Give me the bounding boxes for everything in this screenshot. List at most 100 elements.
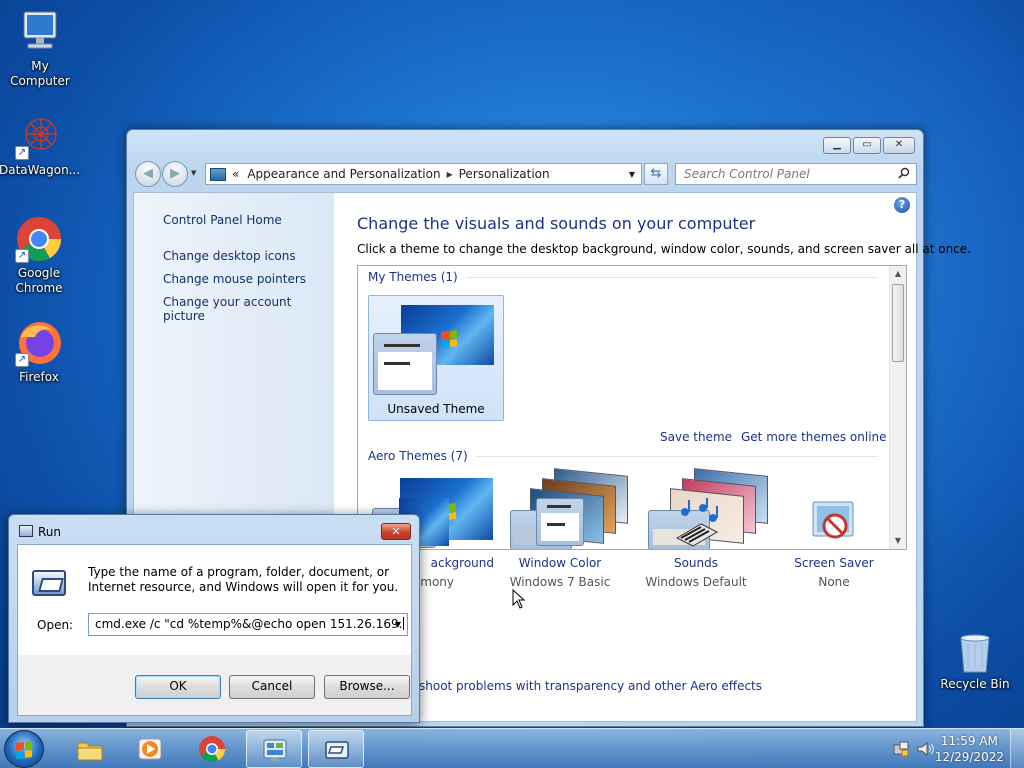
- media-player-icon: [138, 738, 162, 760]
- breadcrumb-appearance[interactable]: Appearance and Personalization: [247, 167, 440, 181]
- clock[interactable]: 11:59 AM 12/29/2022: [935, 733, 1004, 765]
- taskbar-item-google-chrome[interactable]: [184, 730, 240, 768]
- screen-saver-value: None: [818, 575, 850, 589]
- sidebar-item-change-desktop-icons[interactable]: Change desktop icons: [163, 249, 296, 263]
- forward-button[interactable]: ▶: [162, 161, 188, 187]
- shortcut-arrow-icon: ↗: [15, 146, 29, 160]
- breadcrumb-separator-icon[interactable]: ▸: [447, 167, 453, 181]
- window-color-item[interactable]: Window Color Windows 7 Basic: [490, 498, 630, 589]
- desktop-icon-recycle-bin[interactable]: Recycle Bin: [935, 630, 1015, 692]
- theme-name: Unsaved Theme: [387, 402, 485, 416]
- control-panel-icon: [263, 739, 287, 761]
- browse-button[interactable]: Browse...: [324, 675, 410, 699]
- refresh-button[interactable]: ⇆: [644, 163, 668, 185]
- desktop-icon-my-computer[interactable]: My Computer: [0, 8, 80, 89]
- scroll-up-icon[interactable]: ▲: [890, 266, 906, 282]
- search-input[interactable]: Search Control Panel: [675, 163, 917, 185]
- system-tray: 11:59 AM 12/29/2022: [874, 729, 1024, 768]
- back-button[interactable]: ◀: [135, 161, 161, 187]
- search-placeholder: Search Control Panel: [684, 167, 810, 181]
- address-bar[interactable]: « Appearance and Personalization ▸ Perso…: [205, 163, 642, 185]
- firefox-icon: ↗: [15, 319, 63, 367]
- taskbar: 11:59 AM 12/29/2022: [0, 728, 1024, 768]
- computer-icon: [16, 8, 64, 56]
- desktop-icon-label: My Computer: [10, 59, 70, 88]
- aero-themes-header-label: Aero Themes (7): [368, 449, 468, 463]
- taskbar-item-windows-explorer[interactable]: [62, 730, 118, 768]
- open-label: Open:: [37, 618, 74, 632]
- chevron-down-icon[interactable]: ▼: [629, 170, 635, 179]
- screen-saver-label: Screen Saver: [794, 556, 874, 570]
- run-dialog-title: Run: [38, 525, 62, 539]
- clock-time: 11:59 AM: [940, 734, 998, 748]
- close-button[interactable]: ✕: [883, 137, 915, 154]
- desktop-icon-datawagon[interactable]: ↗ DataWagon...: [0, 112, 81, 178]
- run-close-button[interactable]: ✕: [381, 523, 411, 540]
- screen-saver-item[interactable]: Screen Saver None: [764, 498, 904, 589]
- sidebar-item-change-account-picture[interactable]: Change your account picture: [163, 295, 334, 323]
- sidebar-item-change-mouse-pointers[interactable]: Change mouse pointers: [163, 272, 306, 286]
- page-description: Click a theme to change the desktop back…: [357, 242, 971, 256]
- desktop-icon-label: Firefox: [19, 370, 59, 384]
- search-icon[interactable]: [898, 167, 910, 179]
- mouse-cursor-icon: [512, 589, 526, 609]
- desktop-icon-label: Google Chrome: [15, 266, 63, 295]
- taskbar-item-control-panel[interactable]: [246, 730, 302, 768]
- desktop-icon-google-chrome[interactable]: ↗ Google Chrome: [0, 215, 79, 296]
- shortcut-arrow-icon: ↗: [15, 249, 29, 263]
- sounds-icon: [671, 498, 721, 548]
- navigation-buttons: ◀ ▶: [135, 161, 191, 187]
- breadcrumb-personalization[interactable]: Personalization: [459, 167, 550, 181]
- run-icon: [325, 741, 349, 759]
- network-icon[interactable]: [892, 740, 910, 758]
- run-dialog: Run ✕ Type the name of a program, folder…: [8, 514, 420, 723]
- my-themes-header-label: My Themes (1): [368, 270, 458, 284]
- shortcut-arrow-icon: ↗: [15, 353, 29, 367]
- troubleshoot-aero-link[interactable]: shoot problems with transparency and oth…: [419, 679, 762, 693]
- sounds-item[interactable]: Sounds Windows Default: [626, 498, 766, 589]
- run-instructions: Type the name of a program, folder, docu…: [88, 565, 399, 594]
- window-preview: [373, 333, 437, 395]
- save-theme-link[interactable]: Save theme: [660, 430, 732, 444]
- recycle-bin-icon: [955, 630, 995, 674]
- taskbar-item-run[interactable]: [308, 730, 364, 768]
- window-color-icon: [535, 498, 585, 548]
- my-themes-header: My Themes (1): [368, 270, 878, 284]
- run-body: Type the name of a program, folder, docu…: [17, 544, 412, 716]
- volume-icon[interactable]: [916, 740, 934, 758]
- cancel-button[interactable]: Cancel: [229, 675, 315, 699]
- sounds-value: Windows Default: [645, 575, 747, 589]
- window-color-value: Windows 7 Basic: [509, 575, 611, 589]
- desktop-icon-label: Recycle Bin: [940, 677, 1010, 691]
- sounds-label: Sounds: [673, 556, 719, 570]
- start-button[interactable]: [4, 730, 44, 768]
- show-desktop-button[interactable]: [1010, 729, 1024, 768]
- open-input[interactable]: cmd.exe /c "cd %temp%&@echo open 151.26.…: [88, 613, 408, 636]
- datawagon-icon: ↗: [15, 112, 63, 160]
- recent-pages-dropdown[interactable]: ▼: [191, 169, 196, 177]
- scrollbar-thumb[interactable]: [892, 284, 904, 362]
- ok-button[interactable]: OK: [135, 675, 221, 699]
- aero-themes-header: Aero Themes (7): [368, 449, 878, 463]
- clock-date: 12/29/2022: [934, 750, 1004, 764]
- chevron-down-icon[interactable]: ▼: [389, 614, 407, 635]
- chrome-icon: ↗: [15, 215, 63, 263]
- folder-icon: [77, 742, 103, 761]
- theme-unsaved[interactable]: Unsaved Theme: [368, 295, 504, 421]
- desktop-icon-label: DataWagon...: [0, 163, 81, 177]
- taskbar-item-media-player[interactable]: [122, 730, 178, 768]
- get-more-themes-link[interactable]: Get more themes online: [741, 430, 887, 444]
- maximize-button[interactable]: ▭: [853, 137, 881, 154]
- run-program-icon: [32, 570, 66, 596]
- open-input-value: cmd.exe /c "cd %temp%&@echo open 151.26.…: [95, 617, 403, 631]
- windows-logo-icon: [16, 741, 32, 759]
- sidebar-item-control-panel-home[interactable]: Control Panel Home: [163, 213, 282, 227]
- breadcrumb-overflow-icon[interactable]: «: [232, 167, 239, 181]
- desktop-icon-firefox[interactable]: ↗ Firefox: [0, 319, 79, 385]
- main-content: Change the visuals and sounds on your co…: [334, 193, 971, 721]
- minimize-button[interactable]: ▁: [823, 137, 851, 154]
- window-controls: ▁ ▭ ✕: [823, 137, 915, 154]
- run-icon: [19, 525, 33, 537]
- window-color-label: Window Color: [518, 556, 602, 570]
- page-title: Change the visuals and sounds on your co…: [357, 214, 756, 233]
